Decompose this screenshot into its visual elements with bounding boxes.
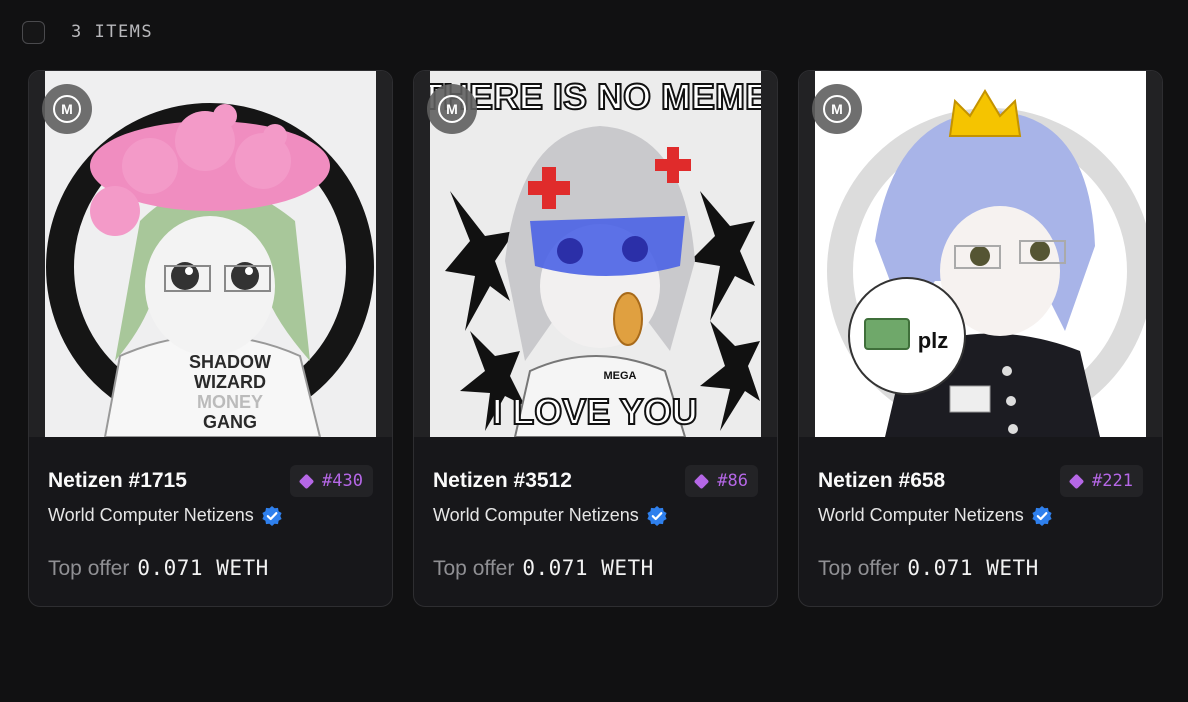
megaeth-logo-icon: M bbox=[42, 84, 92, 134]
shirt-text-line-4: GANG bbox=[203, 412, 257, 432]
top-offer-label: Top offer bbox=[433, 557, 515, 580]
rarity-rank-badge[interactable]: #221 bbox=[1060, 465, 1143, 497]
toolbar: 3 ITEMS bbox=[22, 18, 153, 46]
rarity-rank-badge[interactable]: #86 bbox=[685, 465, 758, 497]
nft-card-1715[interactable]: SHADOW WIZARD MONEY GANG M Netizen #1715… bbox=[28, 70, 393, 607]
top-offer-value: 0.071 WETH bbox=[522, 556, 654, 580]
collection-name: World Computer Netizens bbox=[433, 505, 639, 525]
diamond-icon bbox=[298, 473, 315, 489]
meme-banner-text: THERE IS NO MEME bbox=[430, 76, 761, 117]
top-offer: Top offer 0.071 WETH bbox=[48, 556, 373, 581]
verified-badge-icon bbox=[647, 505, 667, 526]
rarity-rank-value: #430 bbox=[322, 471, 363, 491]
verified-badge-icon bbox=[262, 505, 282, 526]
rarity-rank-value: #86 bbox=[717, 471, 748, 491]
nft-media: plz M bbox=[799, 71, 1162, 437]
top-offer-label: Top offer bbox=[818, 557, 900, 580]
top-offer: Top offer 0.071 WETH bbox=[818, 556, 1143, 581]
verified-badge-icon bbox=[1032, 505, 1052, 526]
collection-link[interactable]: World Computer Netizens bbox=[433, 505, 758, 526]
top-offer-value: 0.071 WETH bbox=[137, 556, 269, 580]
top-offer-label: Top offer bbox=[48, 557, 130, 580]
item-count: 3 ITEMS bbox=[71, 22, 154, 42]
shirt-text: MEGA bbox=[604, 370, 637, 382]
diamond-icon bbox=[694, 473, 710, 489]
speech-bubble-text: plz bbox=[918, 328, 949, 353]
top-offer: Top offer 0.071 WETH bbox=[433, 556, 758, 581]
nft-card-3512[interactable]: THERE IS NO MEME MEGA I LOVE YOU M Netiz… bbox=[413, 70, 778, 607]
collection-name: World Computer Netizens bbox=[818, 505, 1024, 525]
shirt-text-line-3: MONEY bbox=[197, 392, 263, 412]
collection-link[interactable]: World Computer Netizens bbox=[48, 505, 373, 526]
rarity-rank-value: #221 bbox=[1092, 471, 1133, 491]
shirt-text-line-2: WIZARD bbox=[194, 372, 266, 392]
nft-name: Netizen #658 bbox=[818, 469, 946, 492]
collection-link[interactable]: World Computer Netizens bbox=[818, 505, 1143, 526]
rarity-rank-badge[interactable]: #430 bbox=[290, 465, 373, 497]
nft-name: Netizen #1715 bbox=[48, 469, 187, 492]
meme-caption-text: I LOVE YOU bbox=[492, 391, 697, 432]
nft-media: SHADOW WIZARD MONEY GANG M bbox=[29, 71, 392, 437]
shirt-text-line-1: SHADOW bbox=[189, 352, 271, 372]
nft-image: THERE IS NO MEME MEGA I LOVE YOU bbox=[430, 71, 761, 437]
nft-image: plz bbox=[815, 71, 1146, 437]
nft-image: SHADOW WIZARD MONEY GANG bbox=[45, 71, 376, 437]
nft-grid: SHADOW WIZARD MONEY GANG M Netizen #1715… bbox=[28, 70, 1163, 607]
megaeth-logo-icon: M bbox=[812, 84, 862, 134]
nft-name: Netizen #3512 bbox=[433, 469, 572, 492]
megaeth-logo-icon: M bbox=[427, 84, 477, 134]
collection-name: World Computer Netizens bbox=[48, 505, 254, 525]
top-offer-value: 0.071 WETH bbox=[907, 556, 1039, 580]
select-all-checkbox[interactable] bbox=[22, 20, 45, 44]
diamond-icon bbox=[1068, 473, 1085, 489]
nft-media: THERE IS NO MEME MEGA I LOVE YOU M bbox=[414, 71, 777, 437]
nft-card-658[interactable]: plz M Netizen #658 #221 World Computer N… bbox=[798, 70, 1163, 607]
